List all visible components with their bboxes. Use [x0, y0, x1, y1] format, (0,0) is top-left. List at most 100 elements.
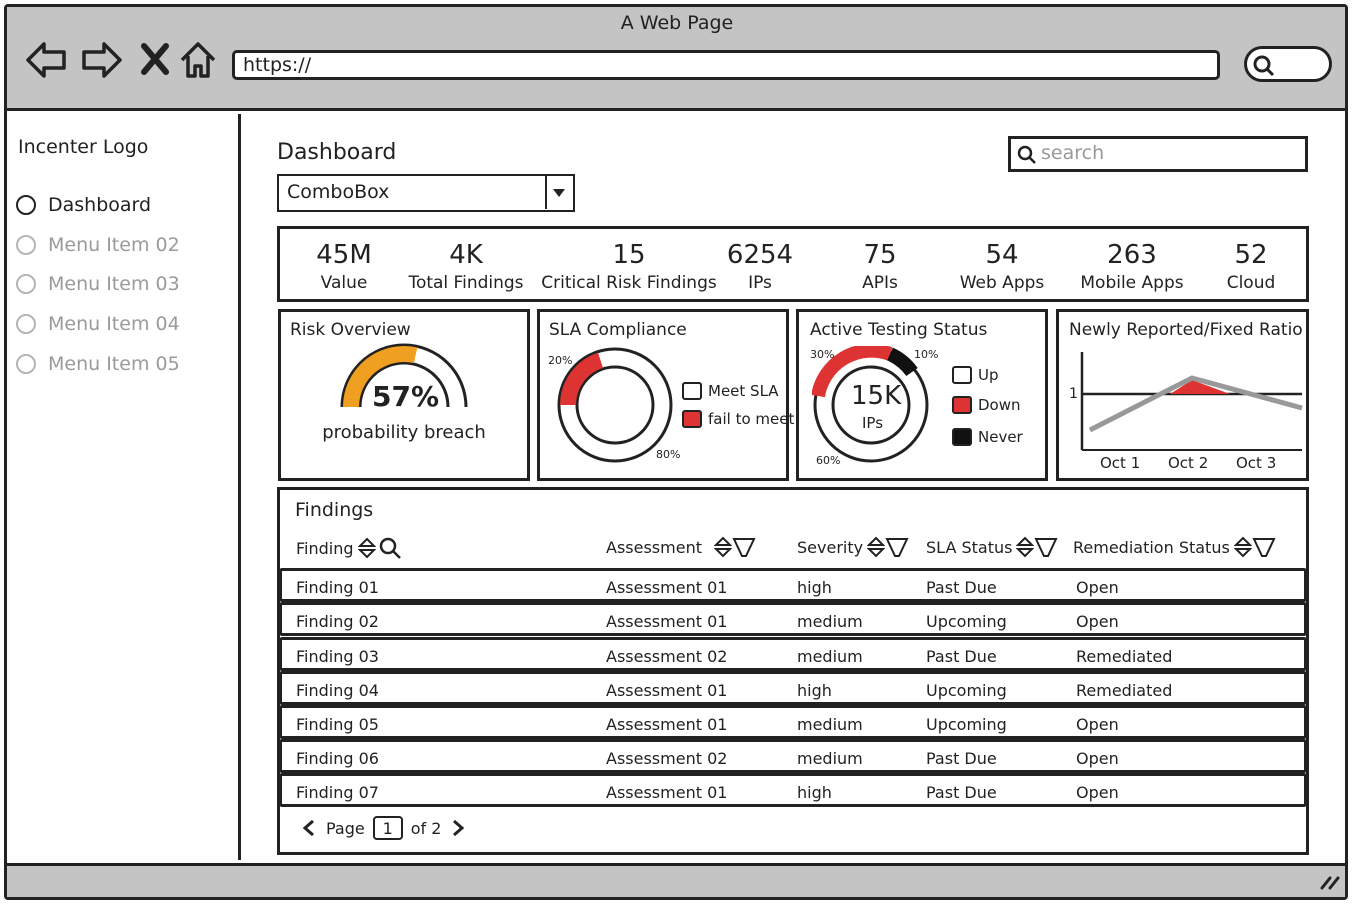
table-row[interactable]: Finding 03 Assessment 02 medium Past Due…	[279, 637, 1307, 671]
column-label: SLA Status	[926, 537, 1013, 557]
stat-number: 45M	[316, 240, 372, 270]
table-row[interactable]: Finding 01 Assessment 01 high Past Due O…	[279, 568, 1307, 602]
cell-remediation-status: Open	[1076, 783, 1119, 802]
cell-sla-status: Past Due	[926, 578, 997, 597]
chevron-right-icon[interactable]	[449, 818, 467, 838]
sidebar-item-label: Menu Item 03	[48, 273, 180, 295]
sidebar-item-menu-05[interactable]: Menu Item 05	[16, 349, 180, 379]
cell-assessment: Assessment 02	[606, 749, 728, 768]
radio-icon	[16, 195, 36, 215]
cell-sla-status: Upcoming	[926, 715, 1007, 734]
combobox-dropdown-button[interactable]	[545, 176, 573, 209]
cell-assessment: Assessment 01	[606, 612, 728, 631]
sidebar-item-label: Dashboard	[48, 194, 152, 216]
table-row[interactable]: Finding 07 Assessment 01 high Past Due O…	[279, 773, 1307, 807]
resize-grip-icon[interactable]	[1318, 872, 1344, 892]
sla-donut	[557, 347, 673, 463]
table-row[interactable]: Finding 06 Assessment 02 medium Past Due…	[279, 739, 1307, 773]
stat-number: 75	[863, 240, 897, 270]
filter-icon[interactable]	[732, 536, 756, 558]
column-header-sla-status[interactable]: SLA Status	[926, 536, 1059, 558]
filter-icon[interactable]	[885, 536, 909, 558]
risk-caption: probability breach	[322, 422, 486, 443]
cell-severity: high	[797, 681, 832, 700]
cell-remediation-status: Remediated	[1076, 681, 1173, 700]
stat-label: APIs	[862, 273, 898, 293]
stat-label: Total Findings	[408, 273, 524, 293]
stat-number: 4K	[449, 240, 483, 270]
sort-icon[interactable]	[1233, 536, 1252, 558]
legend-swatch	[682, 410, 702, 428]
browser-search-field[interactable]	[1244, 46, 1332, 82]
legend-swatch	[952, 366, 972, 384]
testing-pct-up: 30%	[810, 348, 835, 361]
testing-pct-never: 10%	[914, 348, 939, 361]
page-number-input[interactable]: 1	[372, 816, 403, 840]
combobox[interactable]: ComboBox	[277, 174, 575, 212]
radio-icon	[16, 314, 36, 334]
legend-down: Down	[952, 396, 1021, 414]
stat-mobile-apps: 263 Mobile Apps	[1074, 238, 1190, 294]
filter-icon[interactable]	[1252, 536, 1276, 558]
stat-number: 15	[612, 240, 646, 270]
cell-severity: high	[797, 578, 832, 597]
stat-total-findings: 4K Total Findings	[402, 238, 530, 294]
findings-title: Findings	[295, 499, 374, 521]
sidebar-item-dashboard[interactable]: Dashboard	[16, 190, 151, 220]
stat-label: Mobile Apps	[1080, 273, 1184, 293]
stat-label: Critical Risk Findings	[541, 273, 717, 293]
filter-icon[interactable]	[1034, 536, 1059, 558]
url-bar[interactable]: https://	[232, 50, 1220, 80]
column-header-severity[interactable]: Severity	[797, 536, 909, 558]
search-placeholder: search	[1041, 142, 1105, 164]
stat-critical-risk: 15 Critical Risk Findings	[540, 238, 718, 294]
sidebar-item-label: Menu Item 05	[48, 353, 180, 375]
table-row[interactable]: Finding 05 Assessment 01 medium Upcoming…	[279, 705, 1307, 739]
table-row[interactable]: Finding 02 Assessment 01 medium Upcoming…	[279, 602, 1307, 636]
legend-label: fail to meet	[708, 410, 795, 428]
chevron-left-icon[interactable]	[300, 818, 318, 838]
cell-finding: Finding 03	[296, 647, 379, 666]
stat-ips: 6254 IPs	[720, 238, 800, 294]
search-input[interactable]: search	[1008, 136, 1308, 172]
column-label: Remediation Status	[1073, 537, 1230, 557]
cell-severity: medium	[797, 715, 863, 734]
sort-icon[interactable]	[1016, 536, 1035, 558]
sidebar-item-menu-04[interactable]: Menu Item 04	[16, 309, 180, 339]
table-row[interactable]: Finding 04 Assessment 01 high Upcoming R…	[279, 671, 1307, 705]
card-title: Risk Overview	[290, 320, 411, 340]
column-header-remediation-status[interactable]: Remediation Status	[1073, 536, 1276, 558]
sidebar-item-menu-03[interactable]: Menu Item 03	[16, 269, 180, 299]
testing-pct-down: 60%	[816, 454, 841, 467]
sla-pct-low: 20%	[548, 354, 573, 367]
cell-assessment: Assessment 01	[606, 715, 728, 734]
legend-never: Never	[952, 428, 1023, 446]
column-header-finding[interactable]: Finding	[296, 536, 402, 560]
cell-assessment: Assessment 01	[606, 681, 728, 700]
sidebar-item-menu-02[interactable]: Menu Item 02	[16, 230, 180, 260]
cell-sla-status: Upcoming	[926, 612, 1007, 631]
column-label: Assessment	[606, 537, 702, 557]
cell-sla-status: Past Due	[926, 783, 997, 802]
stat-label: Cloud	[1226, 273, 1276, 293]
legend-label: Never	[978, 428, 1023, 446]
back-icon[interactable]	[24, 38, 68, 82]
cell-remediation-status: Open	[1076, 749, 1119, 768]
legend-label: Down	[978, 396, 1021, 414]
forward-icon[interactable]	[80, 38, 124, 82]
card-title: Active Testing Status	[810, 320, 988, 340]
chevron-down-icon	[553, 189, 565, 197]
sort-icon[interactable]	[357, 537, 376, 559]
search-icon[interactable]	[378, 536, 402, 560]
risk-value: 57%	[372, 380, 440, 413]
page-title: Dashboard	[277, 140, 397, 165]
cell-remediation-status: Open	[1076, 715, 1119, 734]
stop-icon[interactable]	[134, 38, 178, 82]
cell-severity: medium	[797, 749, 863, 768]
sort-icon[interactable]	[713, 536, 732, 558]
sort-icon[interactable]	[867, 536, 886, 558]
column-header-assessment[interactable]: Assessment	[606, 536, 756, 558]
stat-value: 45M Value	[304, 238, 384, 294]
home-icon[interactable]	[176, 38, 220, 82]
cell-finding: Finding 04	[296, 681, 379, 700]
